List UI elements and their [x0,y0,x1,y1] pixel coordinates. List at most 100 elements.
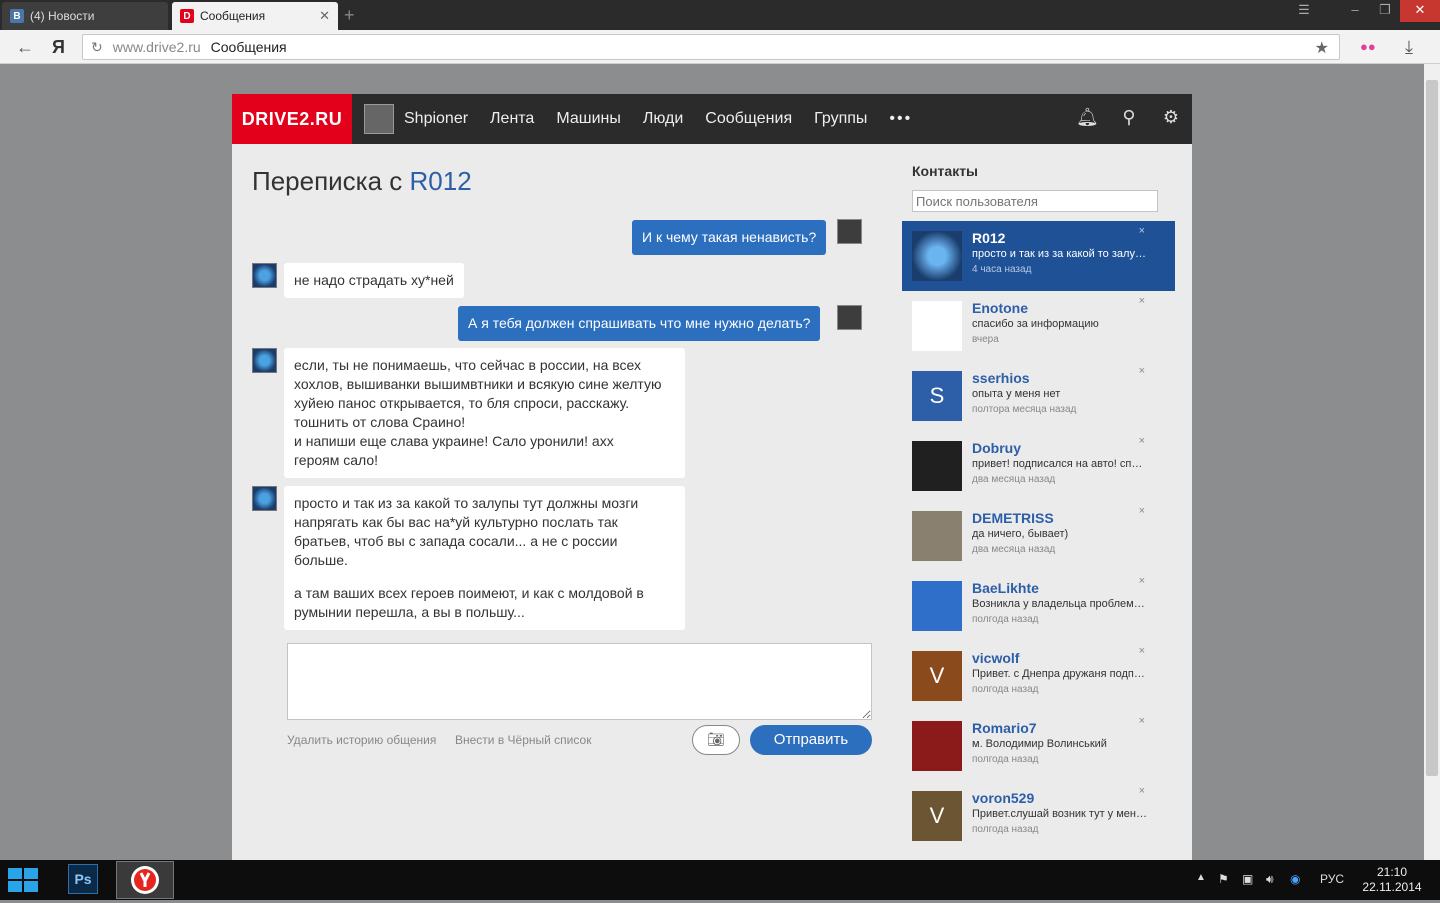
user-avatar[interactable] [364,104,394,134]
remove-contact-icon[interactable]: × [1139,365,1145,377]
blacklist-link[interactable]: Внести в Чёрный список [455,733,591,747]
contact-name[interactable]: BaeLikhte [972,580,1039,596]
bookmark-star-icon[interactable]: ★ [1315,38,1329,58]
partner-avatar[interactable] [252,348,277,373]
vk-icon: В [10,9,24,23]
contact-last-message: спасибо за информацию [972,318,1099,330]
remove-contact-icon[interactable]: × [1139,435,1145,447]
contact-avatar[interactable] [912,511,962,561]
url-domain: www.drive2.ru [112,39,201,55]
bell-icon[interactable]: 🔔︎ [1076,107,1099,128]
browser-tray-icon[interactable]: ◉ [1290,872,1300,886]
language-indicator[interactable]: РУС [1320,872,1344,886]
message-line: А я тебя должен спрашивать что мне нужно… [468,315,811,331]
photoshop-icon[interactable]: Ps [68,864,98,894]
close-tab-icon[interactable]: ✕ [319,8,330,24]
remove-contact-icon[interactable]: × [1139,295,1145,307]
nav-groups[interactable]: Группы [814,110,867,128]
volume-icon[interactable]: 🔊︎ [1266,872,1274,887]
attach-photo-button[interactable]: 📷︎ [692,725,740,755]
yandex-icon[interactable]: Я [52,37,65,58]
remove-contact-icon[interactable]: × [1139,225,1145,237]
site-logo[interactable]: DRIVE2.RU [232,94,352,144]
contact-item[interactable]: DEMETRISS да ничего, бывает) два месяца на… [902,501,1175,571]
tab-label: (4) Новости [30,9,95,23]
contact-avatar[interactable]: S [912,371,962,421]
nav-cars[interactable]: Машины [556,110,621,128]
flag-icon[interactable]: ⚑ [1218,872,1229,886]
network-icon[interactable]: ▣ [1242,872,1253,886]
address-bar-row: ← Я ↻ www.drive2.ru Сообщения ★ ●● ⤓ [0,30,1440,64]
gear-icon[interactable]: ⚙ [1160,107,1182,128]
windows-start-icon[interactable] [6,866,42,894]
contact-name[interactable]: Dobruy [972,440,1021,456]
nav-more[interactable]: ••• [889,110,912,128]
tray-expand-icon[interactable]: ▲ [1196,872,1206,883]
search-icon[interactable]: ⚲ [1118,107,1140,128]
page-scrollbar[interactable] [1424,64,1440,860]
remove-contact-icon[interactable]: × [1139,575,1145,587]
download-icon[interactable]: ⤓ [1405,37,1413,58]
contact-avatar[interactable] [912,301,962,351]
contact-name[interactable]: vicwolf [972,650,1019,666]
partner-avatar[interactable] [252,486,277,511]
send-button[interactable]: Отправить [750,725,872,755]
partner-link[interactable]: R012 [410,166,472,196]
contact-name[interactable]: Romario7 [972,720,1037,736]
contact-item[interactable]: Vvicwolf Привет. с Днепра дружаня подписа… [902,641,1175,711]
partner-avatar[interactable] [252,263,277,288]
new-tab-icon[interactable]: + [344,5,355,26]
message-line: братьев, чтоб вы с запада сосали... а не… [294,533,618,549]
contact-name[interactable]: DEMETRISS [972,510,1054,526]
menu-icon[interactable]: ☰ [1290,0,1318,22]
contact-item[interactable]: R012 просто и так из за какой то залупы т… [902,221,1175,291]
contact-item[interactable]: Vvoron529 Привет.слушай возник тут у меня… [902,781,1175,851]
my-avatar[interactable] [837,219,862,244]
nav-people[interactable]: Люди [643,110,683,128]
scrollbar-thumb[interactable] [1426,80,1438,776]
tab-label: Сообщения [200,9,266,23]
contact-name[interactable]: voron529 [972,790,1034,806]
contact-search-input[interactable] [912,190,1158,212]
back-arrow-icon[interactable]: ← [16,37,34,58]
contact-avatar[interactable] [912,231,962,281]
yandex-browser-taskbar-button[interactable] [116,861,174,899]
reload-icon[interactable]: ↻ [91,39,103,56]
remove-contact-icon[interactable]: × [1139,785,1145,797]
contact-avatar[interactable] [912,441,962,491]
contact-item[interactable]: Ssserhios опыта у меня нет полтора месяца … [902,361,1175,431]
url-page-title: Сообщения [210,39,287,55]
message-line: не надо страдать ху*ней [294,272,454,288]
contact-name[interactable]: R012 [972,230,1005,246]
contact-item[interactable]: BaeLikhte Возникла у владельца проблема с… [902,571,1175,641]
nav-messages[interactable]: Сообщения [705,110,792,128]
contact-name[interactable]: Enotone [972,300,1028,316]
address-bar[interactable]: ↻ www.drive2.ru Сообщения ★ [82,34,1340,60]
contact-item[interactable]: Enotone спасибо за информацию вчера × [902,291,1175,361]
flickr-icon[interactable]: ●● [1360,39,1376,54]
remove-contact-icon[interactable]: × [1139,645,1145,657]
close-window-icon[interactable]: ✕ [1400,0,1440,22]
tab-messages[interactable]: D Сообщения ✕ [172,2,338,30]
contact-name[interactable]: sserhios [972,370,1030,386]
contact-item[interactable]: Romario7 м. Володимир Волинський полгода н… [902,711,1175,781]
nav-username[interactable]: Shpioner [404,110,468,128]
message-input[interactable] [287,643,872,720]
restore-icon[interactable]: ❐ [1370,0,1400,22]
contact-time: два месяца назад [972,544,1056,555]
clock[interactable]: 21:10 22.11.2014 [1352,865,1432,895]
contact-avatar[interactable] [912,721,962,771]
page-title: Переписка с R012 [252,166,472,197]
tab-news[interactable]: В (4) Новости [2,2,168,30]
minimize-icon[interactable]: – [1340,0,1370,22]
remove-contact-icon[interactable]: × [1139,715,1145,727]
contact-avatar[interactable]: V [912,651,962,701]
contact-avatar[interactable] [912,581,962,631]
remove-contact-icon[interactable]: × [1139,505,1145,517]
message-line: просто и так из за какой то залупы тут д… [294,495,639,511]
delete-history-link[interactable]: Удалить историю общения [287,733,436,747]
nav-feed[interactable]: Лента [490,110,534,128]
contact-item[interactable]: Dobruy привет! подписался на авто! спасиб… [902,431,1175,501]
contact-avatar[interactable]: V [912,791,962,841]
my-avatar[interactable] [837,305,862,330]
